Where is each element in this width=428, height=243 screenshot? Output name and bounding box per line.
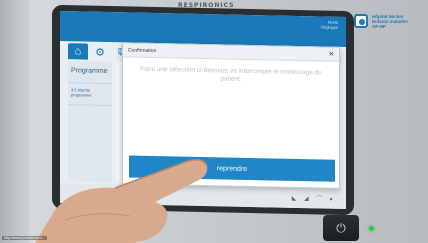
hospital-logo-icon: [354, 14, 368, 28]
power-icon: ⏻: [336, 220, 346, 235]
home-icon[interactable]: ⌂: [68, 43, 88, 60]
pointing-hand: [35, 159, 208, 243]
gear-icon[interactable]: ⚙: [90, 44, 110, 60]
power-led-icon: [369, 226, 374, 231]
sidebar-item-programme[interactable]: Programme: [68, 61, 112, 85]
close-icon[interactable]: ×: [329, 49, 334, 59]
sidebar-item-alarme[interactable]: 3/1 Alarme programmé: [68, 83, 112, 107]
bottom-status-icons: ◣ ◢ ⌒ ▸: [291, 195, 336, 203]
power-button[interactable]: ⏻: [323, 215, 359, 241]
top-bar: Mode Réglages: [60, 11, 346, 47]
source-caption: http://www.youtube.com/...: [2, 236, 48, 240]
dialog-message: Faire une sélection ci-dessous va interr…: [140, 65, 322, 83]
device-side-panel: [0, 0, 30, 243]
hospital-logo-text: Hôpital Necker Enfants malades AP-HP: [372, 14, 408, 29]
ventilator-device: RESPIRONICS Hôpital Necker Enfants malad…: [0, 0, 428, 243]
dialog-title: Confirmation: [128, 47, 157, 55]
status-text: Mode Réglages: [321, 19, 338, 30]
